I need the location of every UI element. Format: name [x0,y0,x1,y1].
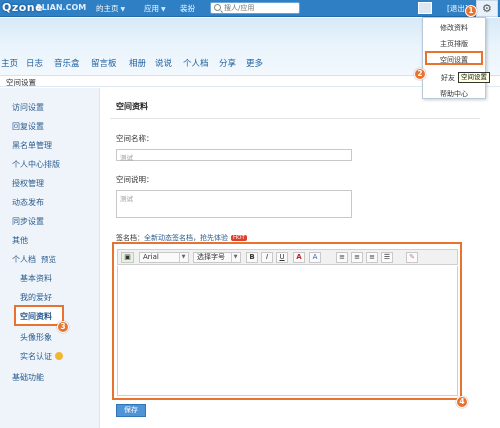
top-bar: Qzone 3LIAN.COM 的主页▼ 应用▼ 装扮 [退出] ⚙ [0,0,500,17]
space-desc-label: 空间说明： [116,175,154,184]
verified-icon [55,352,63,360]
insert-image-icon[interactable]: ▣ [121,252,134,263]
step-marker-1: 1 [465,5,477,17]
menu-apps[interactable]: 应用 ▼ [144,3,166,14]
underline-button[interactable]: U [276,252,288,263]
eraser-icon[interactable]: ✎ [406,252,418,263]
avatar[interactable] [418,2,432,14]
menu-home[interactable]: 的主页 ▼ [96,3,125,14]
sidebar-item-reply[interactable]: 回复设置 [12,121,44,132]
menu-decorate-label: 装扮 [180,4,195,13]
nav-more[interactable]: 更多 [246,57,263,69]
sidebar-item-blacklist[interactable]: 黑名单管理 [12,140,52,151]
nav-guestbook[interactable]: 留言板 [91,57,117,69]
search-box[interactable] [210,2,300,14]
chevron-down-icon: ▼ [179,253,187,262]
step-marker-3: 3 [57,321,69,333]
sidebar-item-hobby[interactable]: 我的爱好 [20,292,52,303]
sidebar-item-access[interactable]: 访问设置 [12,102,44,113]
page-title: 空间资料 [116,102,148,111]
sidebar-item-feed[interactable]: 动态发布 [12,197,44,208]
sidebar-realname-label: 实名认证 [20,352,52,361]
title-divider [110,118,480,119]
search-input[interactable] [224,3,298,13]
profile-preview-link[interactable]: 预览 [41,255,56,264]
nav-album[interactable]: 相册 [129,57,146,69]
nav-moments[interactable]: 说说 [155,57,172,69]
font-size-select[interactable]: 选择字号 ▼ [193,252,241,263]
font-size-value: 选择字号 [197,253,225,261]
nav-music[interactable]: 音乐盒 [54,57,80,69]
menu-item-edit-profile[interactable]: 修改资料 [423,23,485,33]
sidebar-item-space-info[interactable]: 空间资料 [14,305,64,326]
settings-dropdown: 修改资料 主页排版 空间设置 好友 帮助中心 [422,17,486,99]
font-family-value: Arial [143,253,159,261]
sidebar-item-auth[interactable]: 授权管理 [12,178,44,189]
logo-url: 3LIAN.COM [36,3,87,12]
chevron-down-icon: ▼ [231,253,239,262]
sidebar-item-realname[interactable]: 实名认证 [20,351,63,362]
menu-item-help[interactable]: 帮助中心 [423,89,485,99]
settings-button[interactable]: ⚙ [476,0,498,17]
space-desc-textarea[interactable]: 测试 [116,190,352,218]
list-icon[interactable]: ☰ [381,252,393,263]
italic-button[interactable]: I [261,252,273,263]
sidebar-item-sync[interactable]: 同步设置 [12,216,44,227]
search-icon [214,4,221,11]
sidebar-item-basic-functions[interactable]: 基础功能 [12,372,44,383]
breadcrumb-label: 空间设置 [6,78,36,87]
chevron-down-icon: ▼ [120,6,126,13]
tooltip: 空间设置 [458,72,490,83]
bold-button[interactable]: B [246,252,258,263]
chevron-down-icon: ▼ [161,6,166,13]
step-marker-2: 2 [414,68,426,80]
signature-link[interactable]: 全新动态签名档，抢先体验 [144,234,228,242]
menu-item-space-settings[interactable]: 空间设置 [423,55,485,65]
sidebar-item-avatar[interactable]: 头像形象 [20,332,52,343]
sidebar-profile-label: 个人档 [12,255,36,264]
gear-icon: ⚙ [482,2,492,15]
menu-apps-label: 应用 [144,4,159,13]
editor-toolbar: ▣ Arial ▼ 选择字号 ▼ B I U A A ≡ ≡ ≡ ☰ ✎ [117,249,458,265]
menu-decorate[interactable]: 装扮 [180,3,195,14]
align-center-icon[interactable]: ≡ [351,252,363,263]
step-marker-4: 4 [456,396,468,408]
menu-item-home-layout[interactable]: 主页排版 [423,39,485,49]
sidebar-item-other[interactable]: 其他 [12,235,28,246]
nav-profile[interactable]: 个人档 [183,57,209,69]
nav-share[interactable]: 分享 [219,57,236,69]
font-family-select[interactable]: Arial ▼ [139,252,189,263]
highlight-button[interactable]: A [309,252,321,263]
signature-editor-area[interactable] [117,266,458,396]
nav-home[interactable]: 主页 [1,57,18,69]
space-name-input[interactable]: 测试 [116,149,352,162]
nav-blog[interactable]: 日志 [26,57,43,69]
align-left-icon[interactable]: ≡ [336,252,348,263]
hot-badge: HOT [231,235,247,241]
space-name-label: 空间名称： [116,134,154,143]
sidebar-item-basic[interactable]: 基本资料 [20,273,52,284]
menu-home-label: 的主页 [96,4,119,13]
sidebar-item-space-info-label: 空间资料 [20,312,52,321]
sidebar: 访问设置 回复设置 黑名单管理 个人中心排版 授权管理 动态发布 同步设置 其他… [0,88,100,428]
signature-label: 签名档： [116,234,144,242]
align-right-icon[interactable]: ≡ [366,252,378,263]
sidebar-item-layout[interactable]: 个人中心排版 [12,159,60,170]
text-color-button[interactable]: A [293,252,305,263]
save-button[interactable]: 保存 [116,404,146,417]
sidebar-item-profile[interactable]: 个人档 预览 [12,254,56,265]
